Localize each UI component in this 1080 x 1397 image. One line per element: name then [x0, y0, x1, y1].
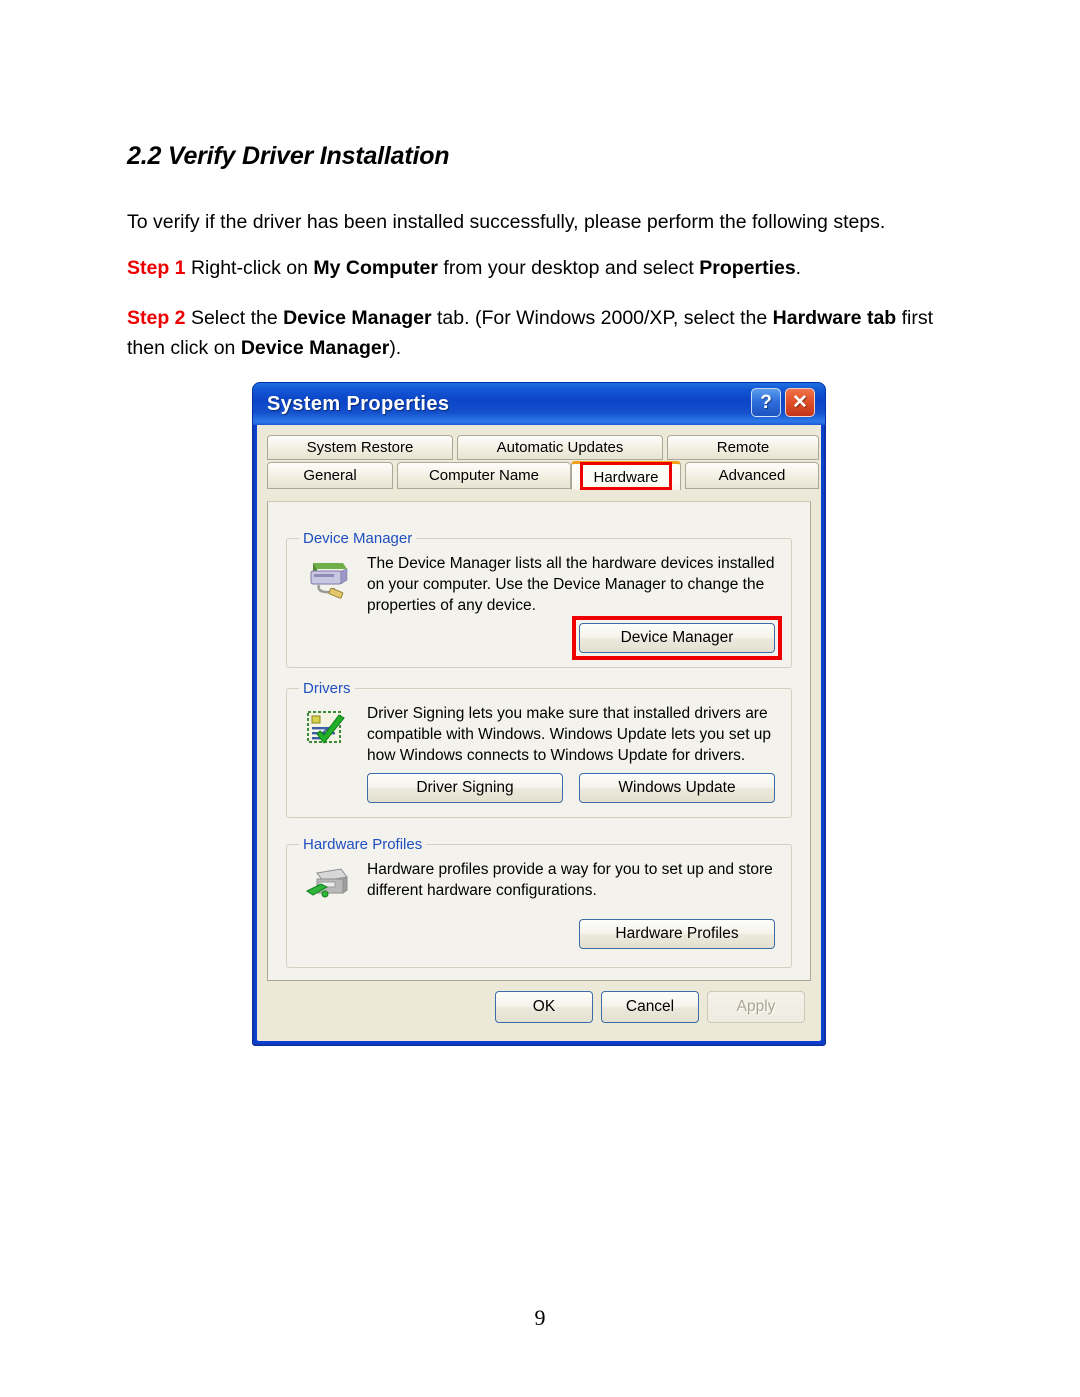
device-manager-description: The Device Manager lists all the hardwar… [367, 555, 775, 614]
dialog-footer: OK Cancel Apply [257, 991, 821, 1041]
step1-text-c: . [795, 257, 802, 279]
step2-paragraph: Step 2 Select the Device Manager tab. (F… [127, 303, 962, 363]
step2-bold-hardware-tab: Hardware tab [772, 307, 897, 329]
step2-bold-device-manager: Device Manager [283, 307, 432, 329]
step1-paragraph: Step 1 Right-click on My Computer from y… [127, 253, 962, 283]
step1-text-b: from your desktop and select [438, 257, 700, 279]
step2-bold-device-manager-2: Device Manager [240, 337, 390, 359]
step2-text-d: ). [389, 337, 402, 359]
drivers-group: Drivers Driver Signing lets you make sur… [286, 680, 792, 818]
dialog-title: System Properties [267, 392, 450, 415]
apply-button: Apply [707, 991, 805, 1023]
step1-text-a: Right-click on [185, 257, 314, 279]
intro-paragraph: To verify if the driver has been install… [127, 211, 886, 233]
dialog-body: System Restore Automatic Updates Remote … [257, 425, 821, 1041]
page-title: 2.2 Verify Driver Installation [127, 142, 450, 170]
step1-bold-my-computer: My Computer [313, 257, 438, 279]
drivers-description: Driver Signing lets you make sure that i… [367, 705, 772, 764]
tab-computer-name[interactable]: Computer Name [397, 462, 571, 489]
tab-system-restore[interactable]: System Restore [267, 435, 453, 460]
hardware-tab-panel: Device Manager The Device Manager lists … [267, 501, 811, 981]
tab-remote[interactable]: Remote [667, 435, 819, 460]
hardware-profiles-button[interactable]: Hardware Profiles [579, 919, 775, 949]
device-manager-group: Device Manager The Device Manager lists … [286, 530, 792, 668]
system-properties-dialog: System Properties ? ✕ System Restore Aut… [252, 382, 826, 1046]
hardware-profiles-icon [303, 863, 351, 909]
windows-update-button[interactable]: Windows Update [579, 773, 775, 803]
cancel-button[interactable]: Cancel [601, 991, 699, 1023]
tab-advanced[interactable]: Advanced [685, 462, 819, 489]
page-number: 9 [534, 1305, 546, 1330]
close-icon[interactable]: ✕ [785, 388, 815, 417]
titlebar-button-group: ? ✕ [751, 388, 815, 417]
help-icon[interactable]: ? [751, 388, 781, 417]
step2-text-b: tab. (For Windows 2000/XP, select the [431, 307, 773, 329]
step2-label: Step 2 [127, 307, 186, 329]
driver-signing-button[interactable]: Driver Signing [367, 773, 563, 803]
tab-strip: System Restore Automatic Updates Remote … [267, 435, 819, 491]
tab-automatic-updates[interactable]: Automatic Updates [457, 435, 663, 460]
step2-text-a: Select the [185, 307, 284, 329]
device-manager-button[interactable]: Device Manager [579, 623, 775, 653]
step1-label: Step 1 [127, 257, 186, 279]
tab-general[interactable]: General [267, 462, 393, 489]
step1-bold-properties: Properties [699, 257, 796, 279]
dialog-titlebar[interactable]: System Properties ? ✕ [253, 383, 825, 425]
ok-button[interactable]: OK [495, 991, 593, 1023]
tab-hardware[interactable]: Hardware [571, 461, 681, 490]
hardware-profiles-group: Hardware Profiles Hardware profiles prov… [286, 836, 792, 968]
device-manager-icon [303, 557, 351, 603]
hardware-profiles-description: Hardware profiles provide a way for you … [367, 861, 773, 899]
driver-signing-icon [303, 707, 351, 753]
